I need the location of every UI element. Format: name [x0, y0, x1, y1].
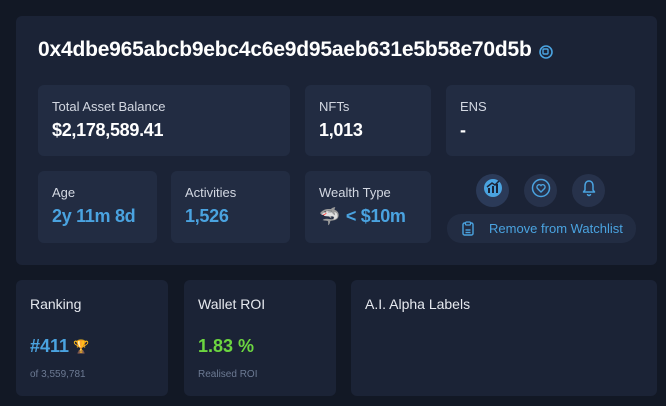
bell-icon — [579, 178, 599, 203]
nfts-card: NFTs 1,013 — [305, 85, 431, 156]
wallet-address-row: 0x4dbe965abcb9ebc4c6e9d95aeb631e5b58e70d… — [38, 38, 554, 62]
shark-icon: 🦈 — [319, 206, 340, 226]
remove-from-watchlist-label: Remove from Watchlist — [489, 221, 623, 236]
age-value: 2y 11m 8d — [52, 206, 136, 226]
wealth-type-card: Wealth Type 🦈 < $10m — [305, 171, 431, 243]
total-asset-balance-value: $2,178,589.41 — [52, 120, 164, 140]
wallet-roi-panel: Wallet ROI 1.83 % Realised ROI — [184, 280, 336, 396]
copy-icon[interactable] — [538, 44, 554, 60]
age-label: Age — [52, 185, 76, 200]
favorite-button[interactable] — [524, 174, 557, 207]
ens-value: - — [460, 120, 466, 140]
ranking-total: of 3,559,781 — [30, 369, 86, 380]
remove-from-watchlist-button[interactable]: Remove from Watchlist — [447, 214, 636, 243]
ranking-title: Ranking — [30, 296, 82, 312]
activities-label: Activities — [185, 185, 237, 200]
alpha-labels-panel: A.I. Alpha Labels — [351, 280, 657, 396]
activities-value: 1,526 — [185, 206, 229, 226]
total-asset-balance-label: Total Asset Balance — [52, 99, 166, 114]
chart-button[interactable] — [476, 174, 509, 207]
age-card: Age 2y 11m 8d — [38, 171, 157, 243]
chart-icon — [483, 178, 503, 203]
wealth-type-text: < $10m — [345, 206, 406, 226]
trophy-icon: 🏆 — [73, 338, 90, 354]
notification-button[interactable] — [572, 174, 605, 207]
ens-card: ENS - — [446, 85, 635, 156]
wallet-roi-value: 1.83 % — [198, 336, 255, 356]
heart-icon — [531, 178, 551, 203]
wallet-roi-title: Wallet ROI — [198, 296, 266, 312]
ranking-panel: Ranking #411 🏆 of 3,559,781 — [16, 280, 168, 396]
ranking-number: #411 — [30, 336, 70, 356]
activities-card: Activities 1,526 — [171, 171, 290, 243]
total-asset-balance-card: Total Asset Balance $2,178,589.41 — [38, 85, 290, 156]
ens-label: ENS — [460, 99, 487, 114]
wallet-actions — [476, 174, 605, 207]
clipboard-icon — [460, 220, 476, 237]
wallet-roi-sub-label: Realised ROI — [198, 369, 258, 380]
wealth-type-value: 🦈 < $10m — [319, 206, 406, 227]
ranking-value: #411 🏆 — [30, 336, 89, 357]
wealth-type-label: Wealth Type — [319, 185, 391, 200]
alpha-labels-title: A.I. Alpha Labels — [365, 296, 471, 312]
nfts-value: 1,013 — [319, 120, 363, 140]
wallet-address: 0x4dbe965abcb9ebc4c6e9d95aeb631e5b58e70d… — [38, 38, 532, 61]
nfts-label: NFTs — [319, 99, 350, 114]
